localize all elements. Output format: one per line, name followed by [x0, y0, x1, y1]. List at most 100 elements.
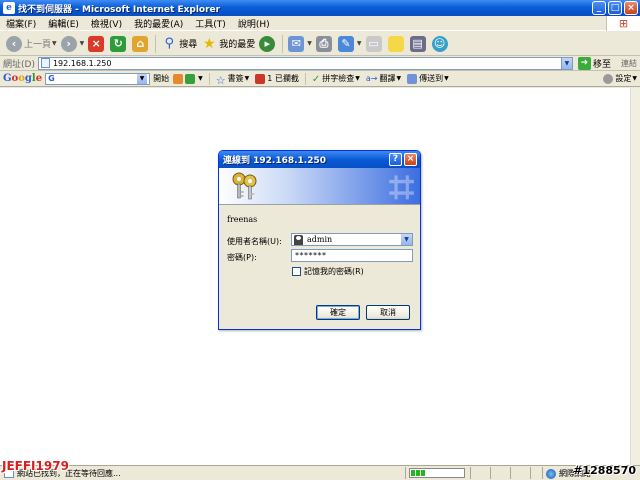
chevron-down-icon[interactable]: ▼ — [52, 40, 57, 47]
links-button[interactable]: 連結 — [621, 58, 637, 69]
spellcheck-button[interactable]: ✓ 拼字檢查 ▼ — [309, 73, 363, 85]
chevron-down-icon[interactable]: ▼ — [307, 40, 312, 47]
dialog-help-button[interactable]: ? — [389, 153, 402, 166]
chevron-down-icon[interactable]: ▼ — [245, 75, 250, 82]
close-button[interactable]: × — [624, 1, 638, 15]
star-icon: ★ — [203, 35, 216, 52]
username-label: 使用者名稱(U): — [227, 237, 282, 246]
google-search-input[interactable]: G ▼ — [45, 72, 151, 85]
settings-button[interactable]: 設定 ▼ — [600, 73, 640, 84]
chevron-down-icon[interactable]: ▼ — [137, 73, 148, 84]
chevron-down-icon[interactable]: ▼ — [401, 234, 412, 245]
mail-button[interactable]: ✉ ▼ — [286, 33, 314, 55]
watermark-right: #1288570 — [573, 464, 636, 477]
menu-file[interactable]: 檔案(F) — [0, 17, 42, 30]
popup-blocker-button[interactable]: 1 已攔截 — [252, 73, 302, 84]
google-open-label: 開始 — [153, 74, 170, 83]
back-label: 上一頁 — [24, 40, 52, 50]
chevron-down-icon[interactable]: ▼ — [355, 75, 360, 82]
password-field[interactable]: ******* — [291, 249, 413, 262]
status-divider — [510, 467, 511, 479]
google-logo[interactable]: Google — [0, 73, 45, 84]
watermark-left: JEFFI1979 — [2, 459, 69, 473]
status-bar: 網站已找到，正在等待回應... 網際網路 — [0, 465, 640, 480]
send-to-button[interactable]: 傳送到 ▼ — [404, 73, 452, 84]
chevron-down-icon[interactable]: ▼ — [357, 40, 362, 47]
remember-password-label: 記憶我的密碼(R) — [304, 267, 364, 276]
translate-button[interactable]: a→ 翻譯 ▼ — [363, 73, 404, 84]
search-button[interactable]: ⚲ 搜尋 — [159, 33, 199, 55]
password-label: 密碼(P): — [227, 253, 257, 262]
chevron-down-icon[interactable]: ▼ — [444, 75, 449, 82]
printer-icon: ⎙ — [315, 35, 332, 52]
toolbar-divider — [208, 72, 210, 85]
forward-button[interactable]: › ▼ — [59, 33, 87, 55]
back-button[interactable]: ‹ 上一頁 ▼ — [4, 33, 59, 55]
user-icon — [294, 234, 303, 245]
status-divider — [490, 467, 491, 479]
ok-button[interactable]: 確定 — [316, 305, 360, 320]
search-label: 搜尋 — [179, 40, 198, 50]
shopping-icon — [173, 73, 184, 84]
toolbar-divider — [282, 34, 284, 53]
favorites-label: 我的最愛 — [219, 40, 256, 50]
go-label: 移至 — [592, 59, 611, 70]
gear-icon — [603, 73, 614, 84]
spellcheck-label: 拼字檢查 — [322, 74, 355, 83]
address-url[interactable]: 192.168.1.250 — [53, 59, 112, 68]
menu-favorites[interactable]: 我的最愛(A) — [128, 17, 189, 30]
media-button[interactable]: ▸ — [257, 33, 279, 55]
note-icon — [387, 35, 404, 52]
chevron-down-icon[interactable]: ▼ — [396, 75, 401, 82]
stop-icon: × — [88, 35, 105, 52]
remember-password-checkbox[interactable]: 記憶我的密碼(R) — [292, 266, 364, 277]
spellcheck-icon: ✓ — [311, 73, 321, 85]
minimize-button[interactable]: _ — [592, 1, 606, 15]
address-input[interactable]: 192.168.1.250 ▼ — [37, 56, 573, 70]
maximize-button[interactable]: □ — [608, 1, 622, 15]
print-button[interactable]: ⎙ — [314, 33, 336, 55]
discuss-button[interactable]: ▭ — [364, 33, 386, 55]
chevron-down-icon[interactable]: ▼ — [560, 57, 572, 69]
window-title-bar[interactable]: e 找不到伺服器 - Microsoft Internet Explorer _… — [0, 0, 640, 16]
refresh-button[interactable]: ↻ — [108, 33, 130, 55]
research-icon: ▤ — [409, 35, 426, 52]
windows-logo-icon: ⊞ — [606, 16, 640, 31]
chevron-down-icon[interactable]: ▼ — [198, 75, 203, 82]
favorites-button[interactable]: ★ 我的最愛 — [199, 33, 257, 55]
messenger-button[interactable]: ☺ — [430, 33, 452, 55]
username-combo[interactable]: admin ▼ — [291, 233, 413, 246]
discuss-icon: ▭ — [365, 35, 382, 52]
stop-button[interactable]: × — [86, 33, 108, 55]
dialog-title-bar[interactable]: 連線到 192.168.1.250 ? × — [219, 151, 420, 168]
vertical-scrollbar[interactable] — [630, 88, 640, 465]
status-divider — [530, 467, 531, 479]
menu-view[interactable]: 檢視(V) — [85, 17, 128, 30]
dialog-close-button[interactable]: × — [404, 153, 417, 166]
go-button[interactable]: ➜ 移至 — [577, 56, 611, 70]
research-button[interactable]: ▤ — [408, 33, 430, 55]
standard-toolbar: ‹ 上一頁 ▼ › ▼ × ↻ ⌂ ⚲ 搜尋 ★ 我的最愛 ▸ ✉ ▼ ⎙ ✎ … — [0, 32, 640, 56]
chevron-down-icon[interactable]: ▼ — [632, 75, 637, 82]
popup-blocked-icon — [255, 73, 266, 84]
google-g-icon: G — [48, 74, 55, 83]
username-value[interactable]: admin — [307, 235, 332, 244]
ie-icon: e — [3, 2, 15, 14]
dialog-title: 連線到 192.168.1.250 — [223, 156, 327, 166]
checkbox-icon[interactable] — [292, 267, 301, 276]
messenger-icon: ☺ — [431, 35, 448, 52]
settings-label: 設定 — [615, 74, 632, 83]
menu-tools[interactable]: 工具(T) — [189, 17, 232, 30]
bookmarks-button[interactable]: ☆ 書簽 ▼ — [213, 73, 253, 87]
google-open-button[interactable]: 開始 ▼ — [150, 73, 206, 84]
search-icon: ⚲ — [164, 35, 175, 51]
home-button[interactable]: ⌂ — [130, 33, 152, 55]
edit-button[interactable]: ✎ ▼ — [336, 33, 364, 55]
cancel-button[interactable]: 取消 — [366, 305, 410, 320]
notes-button[interactable] — [386, 33, 408, 55]
menu-help[interactable]: 說明(H) — [232, 17, 276, 30]
chevron-down-icon[interactable]: ▼ — [80, 40, 85, 47]
progress-block — [411, 470, 415, 476]
menu-edit[interactable]: 編輯(E) — [42, 17, 85, 30]
back-arrow-icon: ‹ — [6, 35, 22, 52]
